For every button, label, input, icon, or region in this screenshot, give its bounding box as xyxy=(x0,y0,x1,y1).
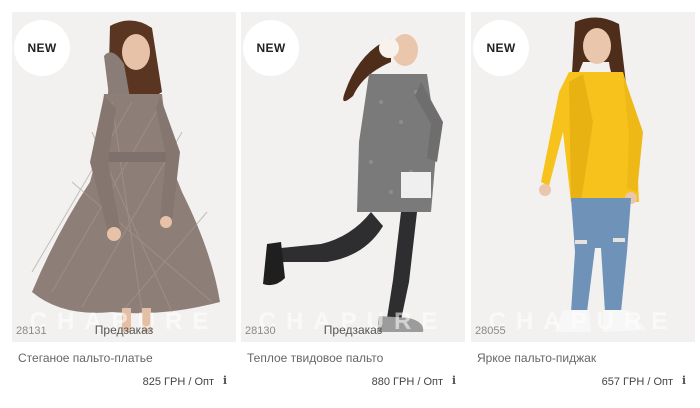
product-price: 825 ГРН / Опт xyxy=(142,376,214,388)
product-card[interactable]: NEW CHAPURE 28055 Яркое пальто-пиджак 65… xyxy=(471,0,695,408)
preorder-label: Предзаказ xyxy=(94,323,154,337)
product-photo[interactable]: NEW CHAPURE 28130 Предзаказ xyxy=(241,12,465,342)
new-badge: NEW xyxy=(14,20,70,76)
info-icon[interactable]: i xyxy=(220,374,230,388)
product-sku: 28130 xyxy=(245,325,276,337)
product-sku: 28131 xyxy=(16,325,47,337)
product-title[interactable]: Яркое пальто-пиджак xyxy=(477,351,596,365)
product-title[interactable]: Стеганое пальто-платье xyxy=(18,351,153,365)
preorder-label: Предзаказ xyxy=(323,323,383,337)
product-title[interactable]: Теплое твидовое пальто xyxy=(247,351,383,365)
product-card[interactable]: NEW CHAPURE 28130 Предзаказ Теплое твидо… xyxy=(241,0,465,408)
product-price: 880 ГРН / Опт xyxy=(371,376,443,388)
product-sku: 28055 xyxy=(475,325,506,337)
product-price: 657 ГРН / Опт xyxy=(601,376,673,388)
new-badge: NEW xyxy=(243,20,299,76)
info-icon[interactable]: i xyxy=(679,374,689,388)
info-icon[interactable]: i xyxy=(449,374,459,388)
product-grid: NEW CHAPURE 28131 Предзаказ Стеганое пал… xyxy=(0,0,700,408)
product-photo[interactable]: NEW CHAPURE 28131 Предзаказ xyxy=(12,12,236,342)
product-photo[interactable]: NEW CHAPURE 28055 xyxy=(471,12,695,342)
product-card[interactable]: NEW CHAPURE 28131 Предзаказ Стеганое пал… xyxy=(12,0,236,408)
new-badge: NEW xyxy=(473,20,529,76)
